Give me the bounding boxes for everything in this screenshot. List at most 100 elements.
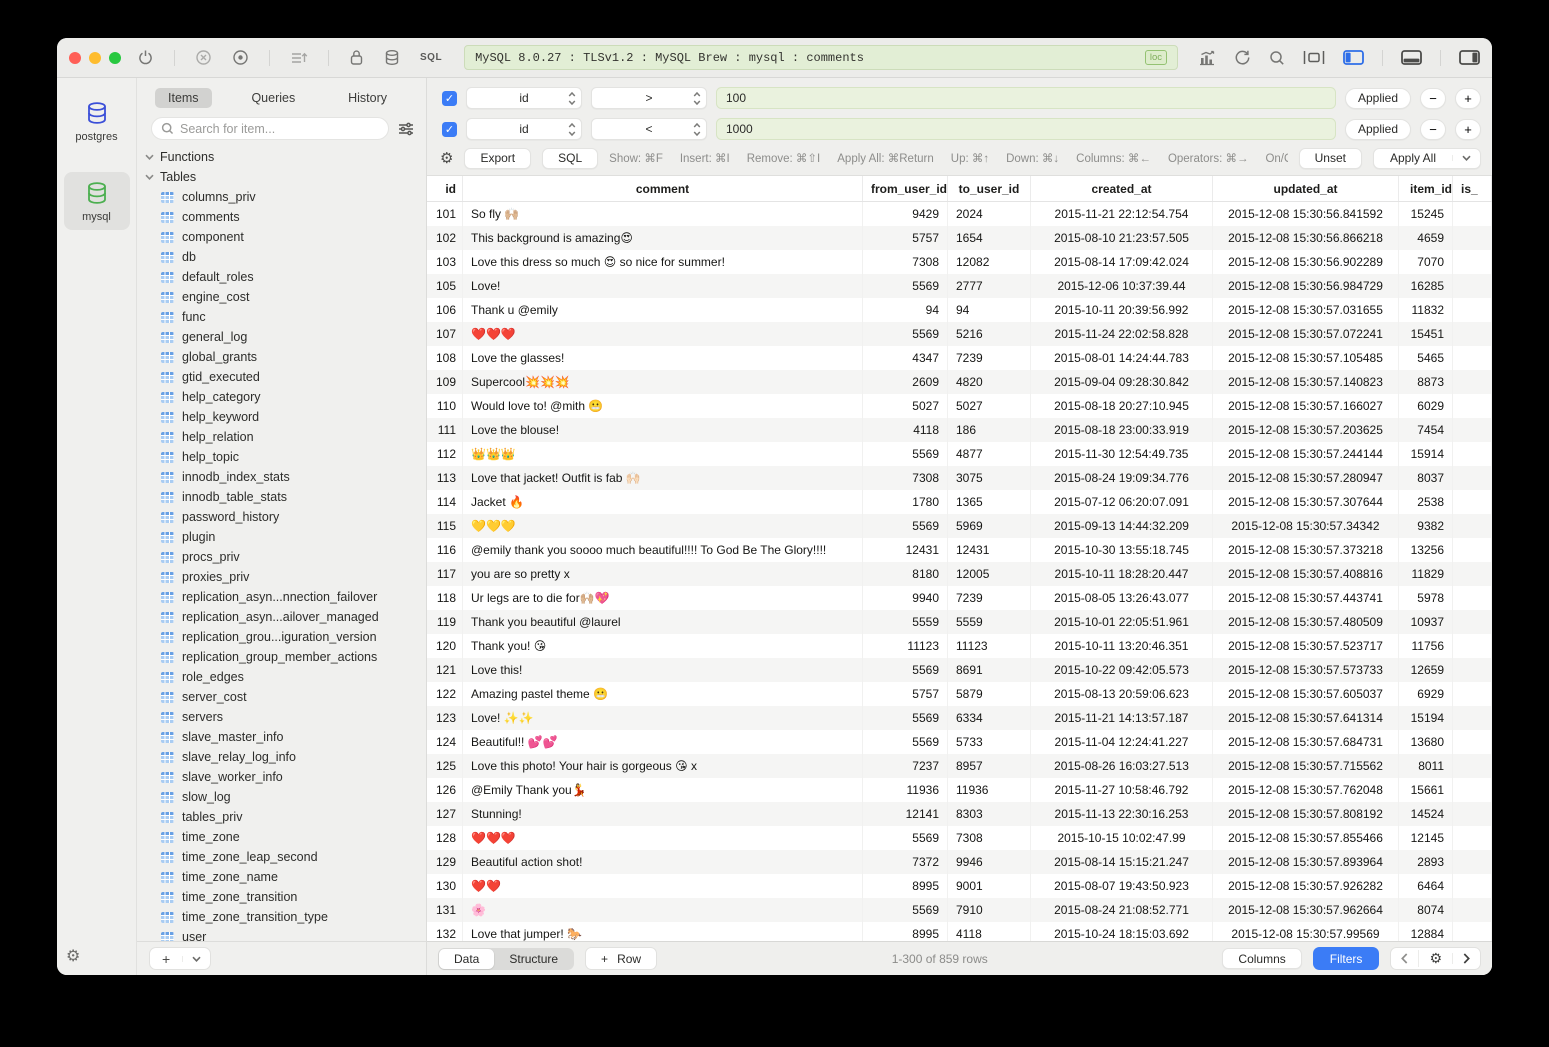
cell-to_user_id[interactable]: 12431 — [948, 538, 1031, 562]
cell-updated_at[interactable]: 2015-12-08 15:30:57.855466 — [1213, 826, 1399, 850]
tab-queries[interactable]: Queries — [238, 88, 308, 108]
cell-from_user_id[interactable]: 7237 — [863, 754, 948, 778]
cell-comment[interactable]: you are so pretty x — [463, 562, 863, 586]
cell-item_id[interactable]: 14524 — [1399, 802, 1453, 826]
power-icon[interactable] — [137, 49, 154, 66]
cell-created_at[interactable]: 2015-11-21 22:12:54.754 — [1031, 202, 1213, 226]
cell-from_user_id[interactable]: 5569 — [863, 706, 948, 730]
sidebar-table-item[interactable]: time_zone_transition_type — [137, 907, 426, 927]
cell-is[interactable] — [1453, 898, 1492, 922]
cell-updated_at[interactable]: 2015-12-08 15:30:57.573733 — [1213, 658, 1399, 682]
sidebar-table-item[interactable]: help_topic — [137, 447, 426, 467]
sidebar-table-item[interactable]: innodb_index_stats — [137, 467, 426, 487]
cell-to_user_id[interactable]: 5559 — [948, 610, 1031, 634]
cell-id[interactable]: 103 — [427, 250, 463, 274]
cell-updated_at[interactable]: 2015-12-08 15:30:57.715562 — [1213, 754, 1399, 778]
cell-is[interactable] — [1453, 754, 1492, 778]
cell-from_user_id[interactable]: 4347 — [863, 346, 948, 370]
cell-from_user_id[interactable]: 12431 — [863, 538, 948, 562]
lock-icon[interactable] — [349, 49, 364, 66]
sidebar-table-item[interactable]: global_grants — [137, 347, 426, 367]
connection-postgres[interactable]: postgres — [64, 92, 130, 150]
cell-updated_at[interactable]: 2015-12-08 15:30:57.605037 — [1213, 682, 1399, 706]
database-icon[interactable] — [384, 49, 400, 66]
cell-id[interactable]: 111 — [427, 418, 463, 442]
sidebar-table-item[interactable]: replication_grou...iguration_version — [137, 627, 426, 647]
cell-is[interactable] — [1453, 778, 1492, 802]
table-row[interactable]: 115💛💛💛556959692015-09-13 14:44:32.209201… — [427, 514, 1492, 538]
cell-id[interactable]: 131 — [427, 898, 463, 922]
tree-group-tables[interactable]: Tables — [137, 167, 426, 187]
apply-all-button[interactable]: Apply All — [1374, 151, 1452, 165]
cell-from_user_id[interactable]: 12141 — [863, 802, 948, 826]
cell-from_user_id[interactable]: 8995 — [863, 874, 948, 898]
cell-comment[interactable]: So fly 🙌🏼 — [463, 202, 863, 226]
filter-sliders-icon[interactable] — [398, 122, 414, 136]
cell-id[interactable]: 130 — [427, 874, 463, 898]
cell-is[interactable] — [1453, 370, 1492, 394]
cell-updated_at[interactable]: 2015-12-08 15:30:56.866218 — [1213, 226, 1399, 250]
column-header-item_id[interactable]: item_id — [1399, 176, 1453, 201]
cell-to_user_id[interactable]: 2777 — [948, 274, 1031, 298]
cell-created_at[interactable]: 2015-10-30 13:55:18.745 — [1031, 538, 1213, 562]
cell-from_user_id[interactable]: 7372 — [863, 850, 948, 874]
cell-item_id[interactable]: 11829 — [1399, 562, 1453, 586]
table-row[interactable]: 129Beautiful action shot!737299462015-08… — [427, 850, 1492, 874]
cell-is[interactable] — [1453, 610, 1492, 634]
table-row[interactable]: 127Stunning!1214183032015-11-13 22:30:16… — [427, 802, 1492, 826]
unset-button[interactable]: Unset — [1299, 148, 1362, 169]
cell-from_user_id[interactable]: 5757 — [863, 682, 948, 706]
cell-to_user_id[interactable]: 7239 — [948, 586, 1031, 610]
sidebar-table-item[interactable]: help_relation — [137, 427, 426, 447]
cell-from_user_id[interactable]: 7308 — [863, 250, 948, 274]
sidebar-table-item[interactable]: engine_cost — [137, 287, 426, 307]
table-row[interactable]: 116@emily thank you soooo much beautiful… — [427, 538, 1492, 562]
cell-to_user_id[interactable]: 7910 — [948, 898, 1031, 922]
sidebar-table-item[interactable]: replication_asyn...nnection_failover — [137, 587, 426, 607]
sidebar-table-item[interactable]: gtid_executed — [137, 367, 426, 387]
sidebar-table-item[interactable]: default_roles — [137, 267, 426, 287]
cell-from_user_id[interactable]: 9429 — [863, 202, 948, 226]
cell-to_user_id[interactable]: 5733 — [948, 730, 1031, 754]
sidebar-table-item[interactable]: component — [137, 227, 426, 247]
sidebar-table-item[interactable]: slow_log — [137, 787, 426, 807]
cell-to_user_id[interactable]: 9946 — [948, 850, 1031, 874]
cell-is[interactable] — [1453, 466, 1492, 490]
cell-comment[interactable]: Amazing pastel theme 😬 — [463, 682, 863, 706]
cell-comment[interactable]: Love this dress so much 😍 so nice for su… — [463, 250, 863, 274]
cell-comment[interactable]: 💛💛💛 — [463, 514, 863, 538]
connection-mysql[interactable]: mysql — [64, 172, 130, 230]
cell-to_user_id[interactable]: 7308 — [948, 826, 1031, 850]
cell-comment[interactable]: @Emily Thank you💃 — [463, 778, 863, 802]
filter-settings-gear-icon[interactable]: ⚙ — [440, 151, 453, 166]
tree-group-functions[interactable]: Functions — [137, 147, 426, 167]
settings-gear-icon[interactable]: ⚙ — [66, 949, 80, 965]
cell-item_id[interactable]: 8873 — [1399, 370, 1453, 394]
cell-from_user_id[interactable]: 9940 — [863, 586, 948, 610]
cell-is[interactable] — [1453, 562, 1492, 586]
cell-item_id[interactable]: 12659 — [1399, 658, 1453, 682]
sidebar-table-item[interactable]: plugin — [137, 527, 426, 547]
add-item-menu-button[interactable] — [182, 956, 210, 962]
search-icon[interactable] — [1269, 50, 1285, 66]
tab-history[interactable]: History — [335, 88, 400, 108]
cell-updated_at[interactable]: 2015-12-08 15:30:57.280947 — [1213, 466, 1399, 490]
cell-comment[interactable]: Thank u @emily — [463, 298, 863, 322]
cell-id[interactable]: 119 — [427, 610, 463, 634]
column-header-created_at[interactable]: created_at — [1031, 176, 1213, 201]
cell-item_id[interactable]: 5465 — [1399, 346, 1453, 370]
cell-id[interactable]: 102 — [427, 226, 463, 250]
cell-comment[interactable]: Beautiful action shot! — [463, 850, 863, 874]
cell-comment[interactable]: ❤️❤️ — [463, 874, 863, 898]
sidebar-table-item[interactable]: proxies_priv — [137, 567, 426, 587]
cell-is[interactable] — [1453, 442, 1492, 466]
cell-updated_at[interactable]: 2015-12-08 15:30:57.684731 — [1213, 730, 1399, 754]
cell-is[interactable] — [1453, 514, 1492, 538]
cell-item_id[interactable]: 8011 — [1399, 754, 1453, 778]
sidebar-table-item[interactable]: innodb_table_stats — [137, 487, 426, 507]
cell-created_at[interactable]: 2015-10-22 09:42:05.573 — [1031, 658, 1213, 682]
filter-enabled-checkbox[interactable]: ✓ — [442, 122, 457, 137]
cell-to_user_id[interactable]: 5027 — [948, 394, 1031, 418]
cell-from_user_id[interactable]: 2609 — [863, 370, 948, 394]
export-button[interactable]: Export — [464, 148, 531, 169]
